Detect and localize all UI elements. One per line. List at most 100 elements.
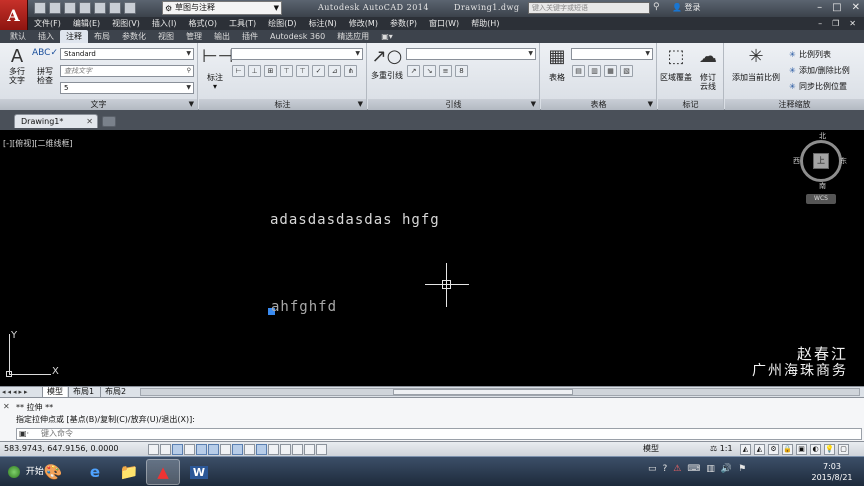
model-space-button[interactable]: 模型 xyxy=(643,442,659,456)
doc-minimize-icon[interactable]: – xyxy=(818,17,822,30)
drawing-text-1[interactable]: adasdasdasdas hgfg xyxy=(270,212,440,228)
annotation-scaling-panel-title[interactable]: 注释缩放 xyxy=(725,99,864,110)
open-icon[interactable] xyxy=(49,2,61,14)
doc-restore-icon[interactable]: ❐ xyxy=(832,17,839,30)
align-leader-icon[interactable]: ≡ xyxy=(439,65,452,77)
3d-osnap-toggle[interactable] xyxy=(220,444,231,455)
tray-app-icon[interactable]: ▭ xyxy=(648,464,657,474)
plot-icon[interactable] xyxy=(94,2,106,14)
close-icon[interactable]: ✕ xyxy=(852,2,860,14)
autocad-taskbar-icon[interactable]: ▲ xyxy=(146,459,180,485)
annotation-visibility-icon[interactable]: ◭ xyxy=(740,444,751,455)
menu-view[interactable]: 视图(V) xyxy=(106,17,146,30)
wipeout-button[interactable]: ⬚ 区域覆盖 xyxy=(659,47,693,83)
viewcube-north[interactable]: 北 xyxy=(819,131,826,141)
tab-manage[interactable]: 管理 xyxy=(180,30,208,43)
wcs-menu[interactable]: WCS xyxy=(806,194,836,204)
extract-data-icon[interactable]: ▦ xyxy=(604,65,617,77)
minimize-icon[interactable]: – xyxy=(817,2,822,14)
table-button[interactable]: ▦ 表格 xyxy=(544,47,570,83)
dim-aligned-icon[interactable]: ⊥ xyxy=(248,65,261,77)
network-icon[interactable]: ▥ xyxy=(706,464,715,474)
dim-inspect-icon[interactable]: ✓ xyxy=(312,65,325,77)
tray-red-icon[interactable]: ⚠ xyxy=(673,464,681,474)
viewport-controls[interactable]: [-][俯视][二维线框] xyxy=(3,138,73,149)
otrack-toggle[interactable] xyxy=(232,444,243,455)
menu-edit[interactable]: 编辑(E) xyxy=(67,17,106,30)
dim-update-icon[interactable]: ⊿ xyxy=(328,65,341,77)
flag-icon[interactable]: ⚑ xyxy=(738,464,746,474)
file-explorer-icon[interactable]: 📁 xyxy=(112,459,146,485)
volume-icon[interactable]: 🔊 xyxy=(721,464,732,474)
command-input[interactable]: ▣· 键入命令 xyxy=(16,428,862,440)
drawing-text-2[interactable]: ahfghfd xyxy=(271,299,337,315)
table-panel-title[interactable]: 表格 ▼ xyxy=(541,99,656,110)
ortho-toggle[interactable] xyxy=(184,444,195,455)
save-as-icon[interactable] xyxy=(79,2,91,14)
tab-autodesk-360[interactable]: Autodesk 360 xyxy=(264,30,331,43)
scale-list-button[interactable]: ✳ 比例列表 xyxy=(789,49,831,60)
dimension-button[interactable]: ⊢⊣ 标注 ▾ xyxy=(202,47,233,92)
remove-leader-icon[interactable]: ↘ xyxy=(423,65,436,77)
keyboard-icon[interactable]: ⌨ xyxy=(687,464,700,474)
dim-style-select[interactable]: ▼ xyxy=(231,48,363,60)
ribbon-options-icon[interactable]: ▣▾ xyxy=(375,30,399,43)
dimension-panel-title[interactable]: 标注 ▼ xyxy=(199,99,366,110)
lock-icon[interactable]: 🔒 xyxy=(782,444,793,455)
table-style-select[interactable]: ▼ xyxy=(571,48,653,60)
download-table-icon[interactable]: ▧ xyxy=(620,65,633,77)
dim-jog-icon[interactable]: ⋔ xyxy=(344,65,357,77)
dim-linear-icon[interactable]: ⊢ xyxy=(232,65,245,77)
sync-scale-button[interactable]: ✳ 同步比例位置 xyxy=(789,81,847,92)
menu-window[interactable]: 窗口(W) xyxy=(423,17,465,30)
revcloud-button[interactable]: ☁ 修订 云线 xyxy=(694,47,722,92)
text-style-select[interactable]: Standard ▼ xyxy=(60,48,194,60)
markup-panel-title[interactable]: 标记 xyxy=(658,99,723,110)
multileader-button[interactable]: ↗○ 多重引线 xyxy=(370,47,404,81)
viewcube-east[interactable]: 东 xyxy=(840,156,847,166)
menu-help[interactable]: 帮助(H) xyxy=(465,17,505,30)
find-replace-icon[interactable]: ⚲ xyxy=(187,66,191,76)
application-menu-button[interactable]: A xyxy=(0,0,28,30)
tab-default[interactable]: 默认 xyxy=(4,30,32,43)
clock[interactable]: 7:03 2015/8/21 xyxy=(808,461,856,483)
viewcube-west[interactable]: 西 xyxy=(793,156,800,166)
text-height-select[interactable]: 5 ▼ xyxy=(60,82,194,94)
internet-explorer-icon[interactable]: e xyxy=(78,459,112,485)
find-text-input[interactable]: 查找文字 ⚲ xyxy=(60,65,194,77)
horizontal-scrollbar[interactable] xyxy=(140,388,860,396)
search-input[interactable]: 键入关键字或短语 xyxy=(528,2,650,14)
infer-constraints-toggle[interactable] xyxy=(148,444,159,455)
menu-format[interactable]: 格式(O) xyxy=(182,17,223,30)
auto-scale-icon[interactable]: ◭ xyxy=(754,444,765,455)
close-icon[interactable]: ✕ xyxy=(3,402,10,411)
add-leader-icon[interactable]: ↗ xyxy=(407,65,420,77)
layout-nav-arrows[interactable]: ◂◂◂▸▸ xyxy=(2,387,30,397)
polar-toggle[interactable] xyxy=(196,444,207,455)
osnap-toggle[interactable] xyxy=(208,444,219,455)
document-tab-drawing1[interactable]: Drawing1* ✕ xyxy=(14,114,98,128)
annotation-scale[interactable]: ⚖ 1:1 xyxy=(710,442,733,456)
mtext-button[interactable]: A 多行 文字 xyxy=(4,47,30,86)
binoculars-icon[interactable]: ⚲ xyxy=(653,2,663,12)
viewcube-top-face[interactable]: 上 xyxy=(813,153,829,169)
add-current-scale-button[interactable]: ✳ 添加当前比例 xyxy=(727,47,785,83)
text-panel-title[interactable]: 文字 ▼ xyxy=(0,99,197,110)
tab-view[interactable]: 视图 xyxy=(152,30,180,43)
tab-layout[interactable]: 布局 xyxy=(88,30,116,43)
merge-cells-icon[interactable]: ▤ xyxy=(572,65,585,77)
dim-break-icon[interactable]: ⊤ xyxy=(280,65,293,77)
media-app-icon[interactable]: 🎨 xyxy=(36,459,70,485)
drawing-canvas[interactable]: [-][俯视][二维线框] adasdasdasdas hgfg ahfghfd… xyxy=(0,130,864,386)
new-tab-button[interactable] xyxy=(102,116,116,127)
menu-modify[interactable]: 修改(M) xyxy=(343,17,384,30)
coordinate-readout[interactable]: 583.9743, 647.9156, 0.0000 xyxy=(4,442,119,456)
annotation-monitor-toggle[interactable] xyxy=(316,444,327,455)
tab-output[interactable]: 输出 xyxy=(208,30,236,43)
workspace-switch-icon[interactable]: ⚙ xyxy=(768,444,779,455)
add-delete-scale-button[interactable]: ✳ 添加/删除比例 xyxy=(789,65,850,76)
menu-file[interactable]: 文件(F) xyxy=(28,17,67,30)
undo-icon[interactable] xyxy=(109,2,121,14)
leader-panel-title[interactable]: 引线 ▼ xyxy=(368,99,539,110)
help-icon[interactable]: ? xyxy=(663,464,668,474)
